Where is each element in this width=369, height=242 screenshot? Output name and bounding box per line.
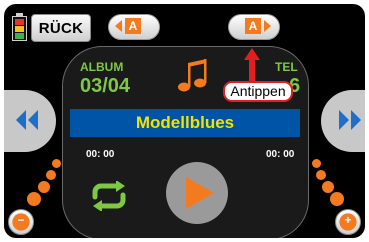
next-track-icon bbox=[339, 110, 361, 130]
album-label: ALBUM bbox=[80, 60, 124, 74]
minus-label: − bbox=[12, 213, 30, 231]
album-select-left[interactable]: A bbox=[108, 14, 160, 40]
time-total: 00: 00 bbox=[266, 149, 295, 160]
battery-icon bbox=[12, 13, 27, 41]
volume-dot bbox=[46, 170, 56, 180]
play-icon bbox=[186, 177, 214, 209]
volume-dot bbox=[322, 181, 334, 193]
previous-track-button[interactable] bbox=[4, 90, 56, 152]
chevron-left-icon bbox=[115, 20, 122, 32]
volume-dot bbox=[52, 159, 61, 168]
volume-dot bbox=[312, 159, 321, 168]
repeat-icon[interactable] bbox=[87, 181, 131, 211]
music-note-icon bbox=[178, 59, 207, 92]
minus-button[interactable]: − bbox=[8, 209, 34, 235]
album-value: 03/04 bbox=[80, 75, 131, 97]
back-button[interactable]: RÜCK bbox=[31, 14, 91, 42]
time-elapsed: 00: 00 bbox=[86, 149, 115, 160]
volume-dot bbox=[38, 181, 50, 193]
plus-label: + bbox=[339, 213, 357, 231]
up-arrow-icon bbox=[244, 48, 260, 82]
radio-screen: RÜCK A A − + ALBUM 03/04 TEL 6 Modellblu… bbox=[4, 4, 365, 238]
volume-dot bbox=[316, 170, 326, 180]
volume-dot bbox=[27, 192, 41, 206]
play-button[interactable] bbox=[166, 162, 228, 224]
tap-hint-tooltip: Antippen bbox=[223, 81, 293, 102]
title-label: TEL bbox=[275, 60, 298, 74]
chevron-right-icon bbox=[264, 20, 271, 32]
plus-button[interactable]: + bbox=[335, 209, 361, 235]
previous-track-icon bbox=[16, 110, 38, 130]
album-select-right-label: A bbox=[245, 18, 261, 34]
next-track-button[interactable] bbox=[321, 90, 365, 152]
album-select-left-label: A bbox=[125, 18, 141, 34]
album-select-right[interactable]: A bbox=[228, 14, 280, 40]
volume-dot bbox=[330, 192, 344, 206]
track-title: Modellblues bbox=[70, 109, 300, 137]
